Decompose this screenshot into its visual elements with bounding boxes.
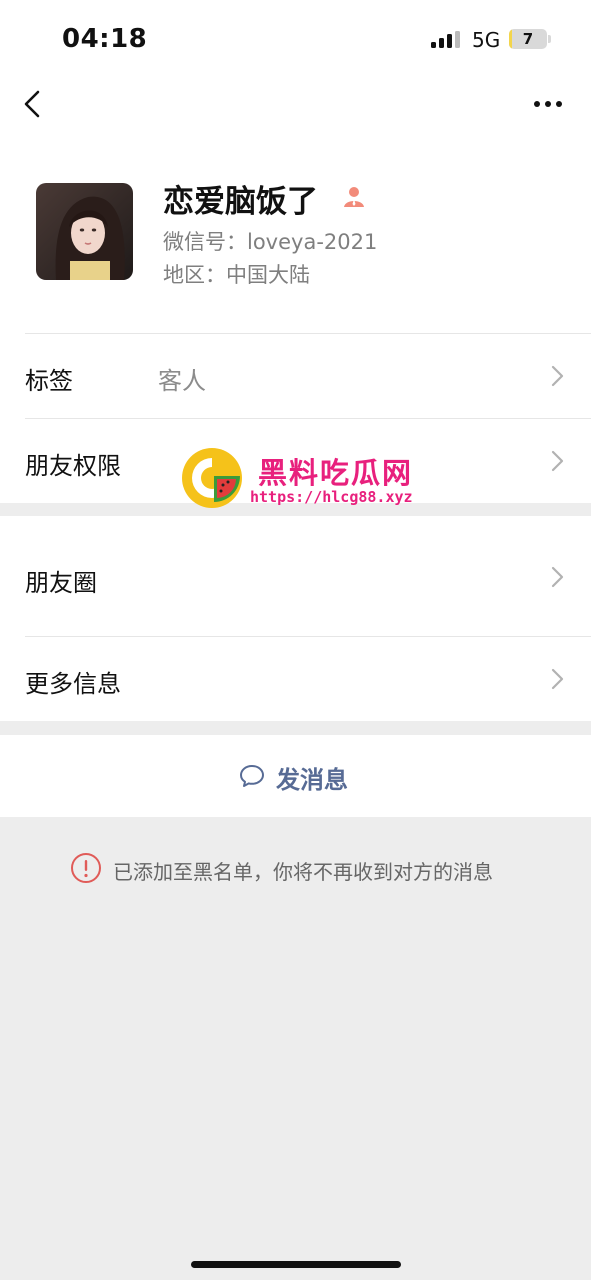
chat-bubble-icon (240, 765, 264, 787)
watermark: 黑料吃瓜网 https://hlcg88.xyz (180, 444, 430, 510)
network-type: 5G (472, 28, 501, 52)
moments-row[interactable]: 朋友圈 (0, 516, 591, 636)
status-bar: 04:18 5G 7 (0, 0, 591, 80)
divider (25, 418, 591, 419)
watermark-title: 黑料吃瓜网 (258, 456, 414, 490)
watermelon-logo-icon (182, 448, 242, 508)
divider (25, 636, 591, 637)
chevron-left-icon (24, 90, 40, 118)
divider (25, 333, 591, 334)
tags-label: 标签 (25, 367, 73, 395)
friend-permissions-label: 朋友权限 (25, 452, 121, 480)
wechat-id: 微信号：loveya-2021 (163, 230, 378, 254)
person-icon (344, 187, 364, 207)
chevron-right-icon (551, 668, 564, 690)
watermark-url: https://hlcg88.xyz (250, 488, 413, 506)
tags-row[interactable]: 标签 客人 (0, 333, 591, 418)
tags-value: 客人 (158, 367, 206, 395)
nav-bar (0, 80, 591, 140)
more-info-label: 更多信息 (25, 670, 121, 698)
more-info-row[interactable]: 更多信息 (0, 636, 591, 721)
battery-icon: 7 (509, 29, 547, 49)
status-time: 04:18 (62, 24, 148, 54)
send-message-button[interactable]: 发消息 (0, 735, 591, 817)
alert-circle-icon (71, 853, 101, 883)
send-message-label: 发消息 (276, 766, 348, 794)
region: 地区：中国大陆 (163, 263, 310, 287)
avatar-image (36, 183, 133, 280)
ellipsis-icon (534, 101, 562, 107)
more-options-button[interactable] (528, 92, 568, 116)
profile-nickname: 恋爱脑饭了 (163, 184, 318, 220)
home-indicator[interactable] (191, 1261, 401, 1268)
battery-cap (548, 35, 551, 43)
battery-percent: 7 (522, 30, 534, 48)
cellular-signal-icon (431, 31, 463, 48)
chevron-right-icon (551, 450, 564, 472)
chevron-right-icon (551, 365, 564, 387)
moments-label: 朋友圈 (25, 569, 97, 597)
back-button[interactable] (18, 90, 50, 122)
blacklist-notice: 已添加至黑名单，你将不再收到对方的消息 (113, 860, 493, 884)
profile-header: 恋爱脑饭了 微信号：loveya-2021 地区：中国大陆 (0, 140, 591, 333)
chevron-right-icon (551, 566, 564, 588)
avatar[interactable] (36, 183, 133, 280)
